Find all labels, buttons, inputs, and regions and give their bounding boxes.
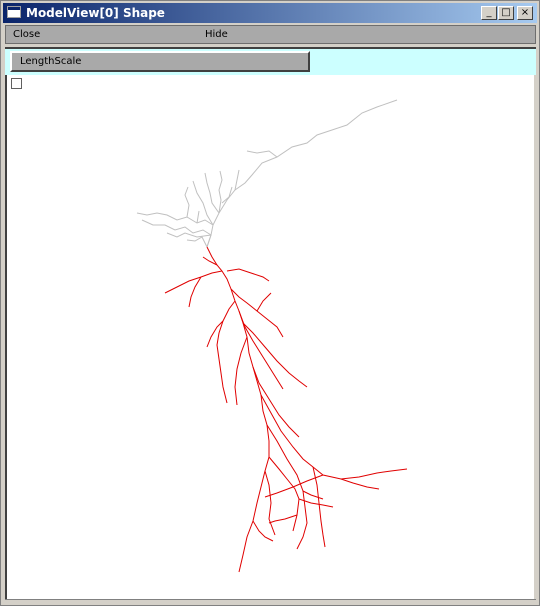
window-icon xyxy=(7,6,21,18)
menu-bar: Close Hide xyxy=(5,25,536,44)
close-window-button[interactable]: × xyxy=(517,6,533,20)
status-strip xyxy=(5,599,536,605)
apical-dendrite xyxy=(136,99,398,248)
basal-dendrites xyxy=(164,246,408,573)
window-title: ModelView[0] Shape xyxy=(26,6,165,20)
menu-hide[interactable]: Hide xyxy=(205,29,228,40)
maximize-button[interactable]: □ xyxy=(498,6,514,20)
shape-canvas[interactable] xyxy=(5,75,534,599)
title-bar[interactable]: ModelView[0] Shape _ □ × xyxy=(3,3,537,23)
toolbar: LengthScale xyxy=(5,47,536,75)
length-scale-button[interactable]: LengthScale xyxy=(10,51,310,72)
neuron-morphology xyxy=(136,99,408,573)
modelview-window: ModelView[0] Shape _ □ × Close Hide Leng… xyxy=(0,0,540,606)
minimize-button[interactable]: _ xyxy=(481,6,497,20)
menu-close[interactable]: Close xyxy=(13,29,40,40)
